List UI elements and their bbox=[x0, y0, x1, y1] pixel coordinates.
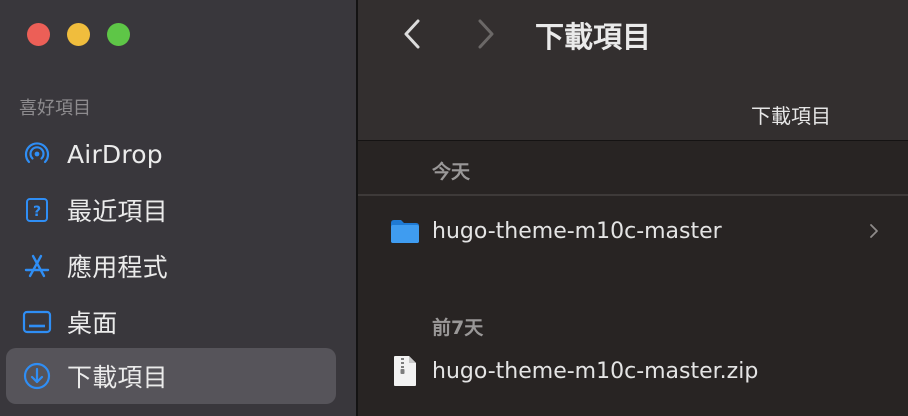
main-content: 下載項目 下載項目 今天 hugo-theme-m10c-master 前7天 bbox=[358, 0, 908, 416]
sidebar-item-label: 下載項目 bbox=[67, 363, 168, 392]
window-controls bbox=[27, 23, 130, 46]
sidebar-item-label: 最近項目 bbox=[67, 197, 168, 226]
column-header-name[interactable]: 下載項目 bbox=[751, 100, 831, 129]
folder-icon bbox=[390, 216, 420, 246]
desktop-icon bbox=[20, 305, 54, 339]
sidebar-item-airdrop[interactable]: AirDrop bbox=[6, 126, 336, 182]
back-button[interactable] bbox=[392, 14, 432, 54]
sidebar-item-recents[interactable]: ? 最近項目 bbox=[6, 182, 336, 238]
toolbar-divider bbox=[358, 140, 908, 141]
finder-window: 喜好項目 AirDrop ? 最近項目 應用程式 桌面 下載項目 下載項目 下載… bbox=[0, 0, 908, 416]
file-name: hugo-theme-m10c-master bbox=[432, 218, 722, 244]
sidebar-item-desktop[interactable]: 桌面 bbox=[6, 294, 336, 350]
group-header-today: 今天 bbox=[432, 161, 471, 183]
zip-file-icon bbox=[390, 356, 420, 386]
airdrop-icon bbox=[20, 137, 54, 171]
chevron-left-icon bbox=[404, 19, 420, 49]
recents-icon: ? bbox=[20, 193, 54, 227]
sidebar-item-label: 應用程式 bbox=[67, 253, 168, 282]
file-row-zip[interactable]: hugo-theme-m10c-master.zip bbox=[358, 348, 908, 394]
file-row-folder[interactable]: hugo-theme-m10c-master bbox=[358, 208, 908, 254]
sidebar: 喜好項目 AirDrop ? 最近項目 應用程式 桌面 下載項目 bbox=[0, 0, 356, 416]
window-title: 下載項目 bbox=[535, 20, 652, 54]
minimize-window-button[interactable] bbox=[67, 23, 90, 46]
chevron-right-icon[interactable] bbox=[866, 221, 882, 241]
sidebar-item-applications[interactable]: 應用程式 bbox=[6, 238, 336, 294]
sidebar-item-label: 桌面 bbox=[67, 309, 118, 338]
close-window-button[interactable] bbox=[27, 23, 50, 46]
svg-text:?: ? bbox=[33, 204, 41, 220]
toolbar: 下載項目 下載項目 bbox=[358, 0, 908, 140]
downloads-icon bbox=[20, 359, 54, 393]
chevron-right-icon bbox=[478, 19, 494, 49]
sidebar-item-label: AirDrop bbox=[67, 139, 163, 169]
group-header-previous-7-days: 前7天 bbox=[432, 317, 484, 339]
zoom-window-button[interactable] bbox=[107, 23, 130, 46]
file-name: hugo-theme-m10c-master.zip bbox=[432, 358, 759, 384]
applications-icon bbox=[20, 249, 54, 283]
forward-button[interactable] bbox=[466, 14, 506, 54]
sidebar-section-favorites: 喜好項目 bbox=[19, 98, 91, 119]
group-divider bbox=[358, 194, 908, 196]
sidebar-item-downloads[interactable]: 下載項目 bbox=[6, 348, 336, 404]
